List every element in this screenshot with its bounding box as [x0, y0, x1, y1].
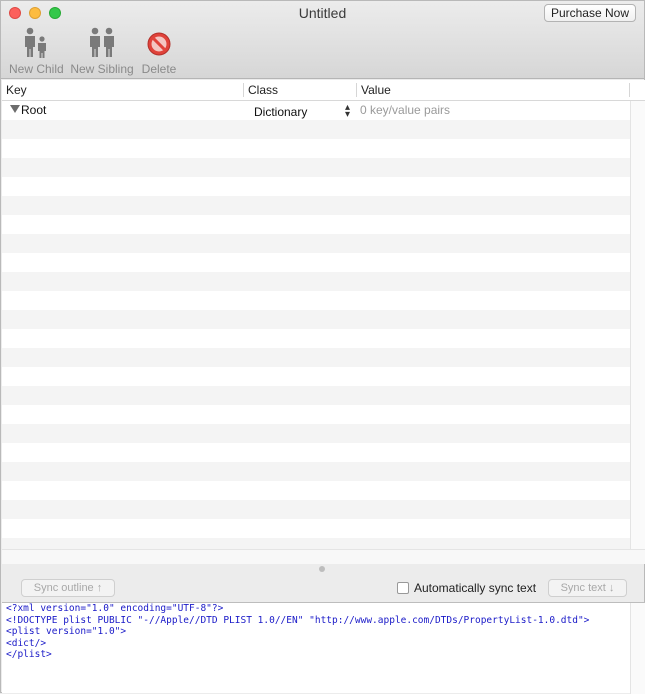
column-header-class[interactable]: Class: [244, 80, 356, 100]
table-row: [2, 405, 630, 424]
horizontal-scrollbar[interactable]: [2, 549, 645, 564]
root-row[interactable]: Root Dictionary ▴ ▾ 0 key/value pairs: [2, 101, 630, 120]
delete-button[interactable]: Delete: [139, 27, 179, 76]
column-header-value[interactable]: Value: [357, 80, 629, 100]
root-class-select[interactable]: Dictionary: [254, 105, 307, 119]
table-row: [2, 424, 630, 443]
delete-icon: [147, 32, 171, 56]
table-header: Key Class Value: [2, 80, 645, 101]
table-row: [2, 481, 630, 500]
auto-sync-checkbox-box[interactable]: [397, 582, 409, 594]
disclosure-triangle-icon[interactable]: [10, 105, 20, 113]
table-row: [2, 348, 630, 367]
new-child-icon: [25, 27, 46, 58]
table-row: [2, 367, 630, 386]
xml-text[interactable]: <?xml version="1.0" encoding="UTF-8"?> <…: [6, 603, 589, 661]
table-row: [2, 234, 630, 253]
table-row: [2, 500, 630, 519]
xml-line: </plist>: [6, 649, 52, 660]
table-row: [2, 443, 630, 462]
column-header-key[interactable]: Key: [2, 80, 243, 100]
delete-label: Delete: [141, 62, 177, 76]
table-row: [2, 519, 630, 538]
class-popup-arrows-icon[interactable]: ▴ ▾: [345, 103, 350, 120]
table-rows: [2, 101, 630, 549]
table-row: [2, 272, 630, 291]
xml-line: <?xml version="1.0" encoding="UTF-8"?>: [6, 603, 224, 614]
table-row: [2, 386, 630, 405]
auto-sync-label: Automatically sync text: [414, 581, 537, 595]
title-toolbar: Untitled Purchase Now New Child New Sibl…: [1, 1, 644, 79]
table-row: [2, 215, 630, 234]
root-value: 0 key/value pairs: [360, 103, 451, 117]
app-window: Untitled Purchase Now New Child New Sibl…: [0, 0, 645, 694]
new-sibling-label: New Sibling: [70, 62, 134, 76]
plist-outline-table[interactable]: Key Class Value Root Dictionary ▴ ▾ 0 ke…: [2, 80, 645, 564]
vertical-scrollbar[interactable]: [630, 101, 645, 549]
table-row: [2, 158, 630, 177]
sync-outline-button[interactable]: Sync outline ↑: [21, 579, 115, 597]
column-divider: [629, 83, 630, 97]
xml-line: <dict/>: [6, 637, 47, 649]
xml-text-editor[interactable]: <?xml version="1.0" encoding="UTF-8"?> <…: [2, 602, 645, 694]
purchase-now-button[interactable]: Purchase Now: [543, 4, 636, 22]
table-row: [2, 196, 630, 215]
table-row: [2, 291, 630, 310]
xml-line: <plist version="1.0">: [6, 626, 127, 637]
new-child-label: New Child: [9, 62, 64, 76]
sync-text-button[interactable]: Sync text ↓: [548, 579, 627, 597]
table-row: [2, 177, 630, 196]
new-sibling-button[interactable]: New Sibling: [69, 27, 135, 76]
xml-line: <!DOCTYPE plist PUBLIC "-//Apple//DTD PL…: [6, 614, 590, 626]
table-row: [2, 329, 630, 348]
new-sibling-icon: [90, 27, 114, 57]
table-row: [2, 120, 630, 139]
table-row: [2, 139, 630, 158]
table-row: [2, 538, 630, 549]
table-row: [2, 462, 630, 481]
new-child-button[interactable]: New Child: [9, 27, 64, 76]
auto-sync-checkbox[interactable]: Automatically sync text: [397, 581, 536, 595]
split-view-handle[interactable]: [319, 566, 325, 572]
editor-scrollbar[interactable]: [630, 603, 645, 694]
table-row: [2, 253, 630, 272]
root-key[interactable]: Root: [21, 103, 46, 117]
table-row: [2, 310, 630, 329]
